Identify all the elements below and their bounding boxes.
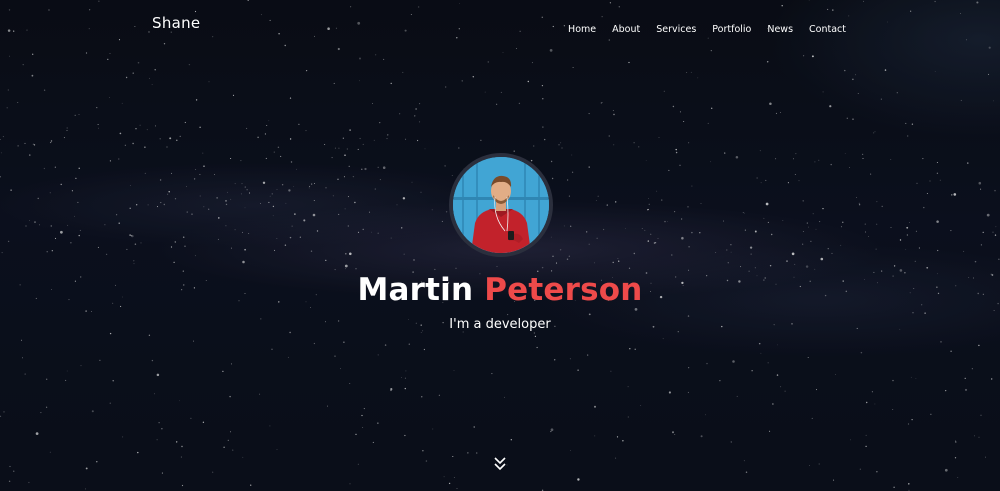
hero-last-name: Peterson xyxy=(484,272,643,308)
hero-name: Martin Peterson xyxy=(0,270,1000,310)
nav-item-services: Services xyxy=(656,17,696,36)
nav-link-services[interactable]: Services xyxy=(656,24,696,35)
nav-item-home: Home xyxy=(568,17,596,36)
nav-item-about: About xyxy=(612,17,640,36)
nav-menu: Home About Services Portfolio News Conta… xyxy=(568,17,846,36)
nav-link-news[interactable]: News xyxy=(767,24,793,35)
nav-item-portfolio: Portfolio xyxy=(712,17,751,36)
hero-section: Shane Home About Services Portfolio News… xyxy=(0,0,1000,491)
nav-link-about[interactable]: About xyxy=(612,24,640,35)
profile-avatar xyxy=(449,153,553,257)
hero-tagline: I'm a developer xyxy=(449,317,551,332)
brand-logo[interactable]: Shane xyxy=(152,14,200,32)
nav-link-contact[interactable]: Contact xyxy=(809,24,846,35)
double-chevron-down-icon[interactable] xyxy=(491,456,509,472)
hero-first-name: Martin xyxy=(357,272,474,308)
nav-link-portfolio[interactable]: Portfolio xyxy=(712,24,751,35)
profile-photo xyxy=(453,157,549,253)
nav-item-news: News xyxy=(767,17,793,36)
nav-item-contact: Contact xyxy=(809,17,846,36)
navbar: Shane Home About Services Portfolio News… xyxy=(0,0,1000,46)
nav-link-home[interactable]: Home xyxy=(568,24,596,35)
